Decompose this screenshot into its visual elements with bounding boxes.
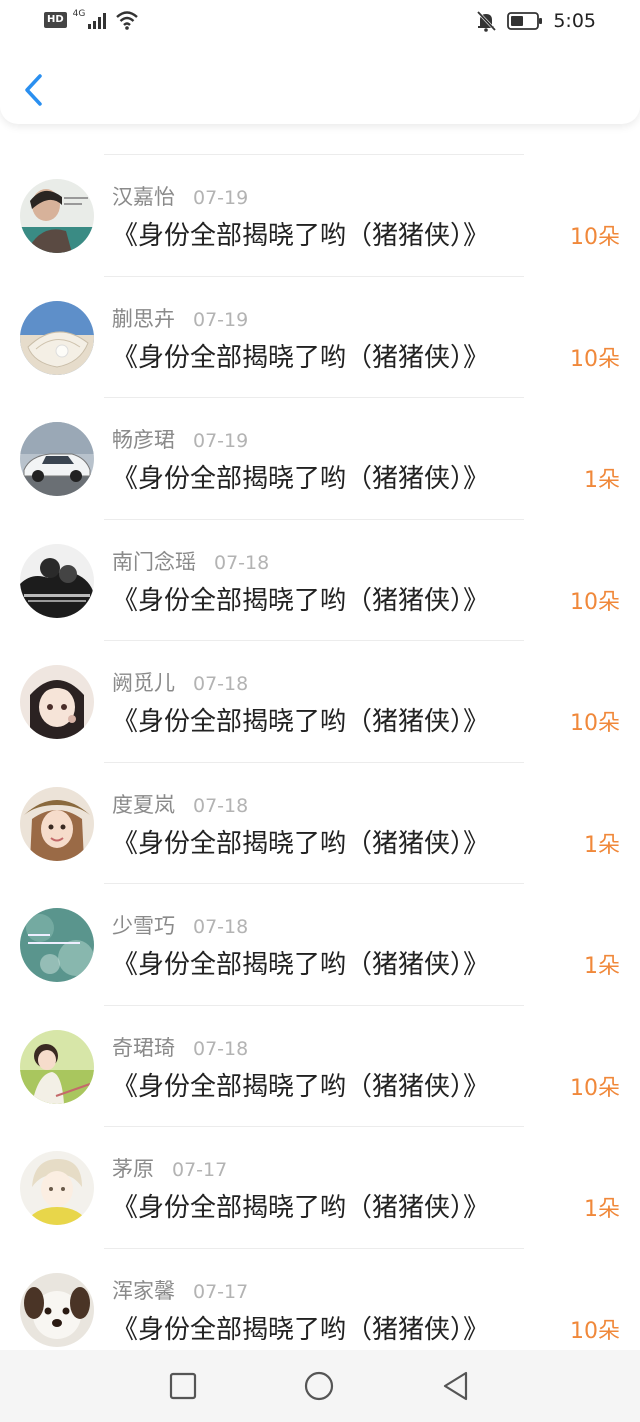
sent-date: 07-18 <box>193 1037 249 1060</box>
flower-count: 10朵 <box>570 589 620 615</box>
chevron-left-icon <box>25 74 42 106</box>
gift-title: 《身份全部揭晓了哟（猪猪侠）》 <box>112 342 490 373</box>
list-item[interactable]: 南门念瑶 07-18 《身份全部揭晓了哟（猪猪侠）》 10朵 <box>0 520 640 641</box>
list-item-clipped <box>0 125 640 155</box>
status-left: HD 4G <box>44 9 139 30</box>
person-avatar[interactable] <box>20 179 94 253</box>
gift-title: 《身份全部揭晓了哟（猪猪侠）》 <box>112 1193 490 1223</box>
recent-apps-button[interactable] <box>167 1370 199 1402</box>
girl-hat-avatar[interactable] <box>20 786 94 861</box>
sender-name: 度夏岚 <box>112 792 175 817</box>
gift-title: 《身份全部揭晓了哟（猪猪侠）》 <box>112 1071 490 1102</box>
gift-title: 《身份全部揭晓了哟（猪猪侠）》 <box>112 1314 490 1345</box>
list-item[interactable]: 奇珺琦 07-18 《身份全部揭晓了哟（猪猪侠）》 10朵 <box>0 1006 640 1127</box>
gift-title: 《身份全部揭晓了哟（猪猪侠）》 <box>112 707 490 737</box>
name-line: 奇珺琦 07-18 <box>112 1032 248 1062</box>
teal-text-avatar[interactable] <box>20 908 94 982</box>
sender-name: 茅原 <box>112 1157 154 1181</box>
anime-girl-avatar[interactable] <box>20 665 94 739</box>
gift-title: 《身份全部揭晓了哟（猪猪侠）》 <box>112 585 490 616</box>
sender-name: 少雪巧 <box>112 914 175 938</box>
sent-date: 07-19 <box>193 187 249 209</box>
circle-icon <box>304 1371 334 1401</box>
list-item[interactable]: 汉嘉怡 07-19 《身份全部揭晓了哟（猪猪侠）》 10朵 <box>0 155 640 277</box>
name-line: 少雪巧 07-18 <box>112 910 248 940</box>
sender-name: 浑家馨 <box>112 1278 175 1303</box>
name-line: 茅原 07-17 <box>112 1153 227 1183</box>
gift-list: 汉嘉怡 07-19 《身份全部揭晓了哟（猪猪侠）》 10朵 蒯思卉 07-19 <box>0 155 640 1350</box>
list-item[interactable]: 蒯思卉 07-19 《身份全部揭晓了哟（猪猪侠）》 10朵 <box>0 277 640 398</box>
sent-date: 07-18 <box>193 673 249 695</box>
name-line: 蒯思卉 07-19 <box>112 303 248 333</box>
sent-date: 07-18 <box>193 916 249 938</box>
sent-date: 07-18 <box>214 551 270 574</box>
nav-back-button[interactable] <box>440 1370 472 1402</box>
network-label: 4G <box>72 9 86 19</box>
system-nav-bar <box>0 1350 640 1422</box>
gift-title: 《身份全部揭晓了哟（猪猪侠）》 <box>112 221 490 251</box>
sender-name: 畅彦珺 <box>112 428 175 452</box>
car-avatar[interactable] <box>20 422 94 496</box>
sent-date: 07-19 <box>193 308 249 331</box>
hd-badge: HD <box>44 12 67 28</box>
sent-date: 07-17 <box>172 1159 228 1181</box>
home-button[interactable] <box>303 1370 335 1402</box>
status-bar: HD 4G 5:05 <box>0 0 640 44</box>
header-bar <box>0 44 640 124</box>
sender-name: 奇珺琦 <box>112 1035 175 1060</box>
anime-boy-avatar[interactable] <box>20 1151 94 1225</box>
couple-avatar[interactable] <box>20 543 94 618</box>
status-right: 5:05 <box>475 10 596 32</box>
sent-date: 07-19 <box>193 430 249 452</box>
clock-time: 5:05 <box>553 10 596 32</box>
sent-date: 07-18 <box>193 794 249 817</box>
flower-count: 1朵 <box>584 954 620 979</box>
sender-name: 蒯思卉 <box>112 306 175 331</box>
sent-date: 07-17 <box>193 1280 249 1303</box>
list-item[interactable]: 少雪巧 07-18 《身份全部揭晓了哟（猪猪侠）》 1朵 <box>0 884 640 1006</box>
wifi-icon <box>116 11 139 30</box>
list-item[interactable]: 阙觅儿 07-18 《身份全部揭晓了哟（猪猪侠）》 10朵 <box>0 641 640 763</box>
list-item[interactable]: 度夏岚 07-18 《身份全部揭晓了哟（猪猪侠）》 1朵 <box>0 763 640 884</box>
flower-count: 10朵 <box>570 1075 620 1101</box>
list-item[interactable]: 浑家馨 07-17 《身份全部揭晓了哟（猪猪侠）》 10朵 <box>0 1249 640 1351</box>
girl-field-avatar[interactable] <box>20 1029 94 1104</box>
triangle-back-icon <box>443 1371 468 1401</box>
flower-count: 10朵 <box>570 346 620 372</box>
flower-count: 1朵 <box>584 1197 620 1222</box>
name-line: 浑家馨 07-17 <box>112 1275 248 1305</box>
flower-count: 1朵 <box>584 468 620 493</box>
name-line: 汉嘉怡 07-19 <box>112 181 248 211</box>
sender-name: 汉嘉怡 <box>112 185 175 209</box>
flower-count: 10朵 <box>570 225 620 250</box>
gift-title: 《身份全部揭晓了哟（猪猪侠）》 <box>112 828 490 859</box>
flower-count: 10朵 <box>570 1318 620 1344</box>
square-icon <box>169 1372 197 1400</box>
flower-count: 1朵 <box>584 832 620 858</box>
list-item[interactable]: 畅彦珺 07-19 《身份全部揭晓了哟（猪猪侠）》 1朵 <box>0 398 640 520</box>
name-line: 畅彦珺 07-19 <box>112 424 248 454</box>
gift-title: 《身份全部揭晓了哟（猪猪侠）》 <box>112 464 490 494</box>
back-button[interactable] <box>18 70 52 110</box>
name-line: 度夏岚 07-18 <box>112 789 248 819</box>
sender-name: 南门念瑶 <box>112 549 196 574</box>
sender-name: 阙觅儿 <box>112 671 175 695</box>
name-line: 南门念瑶 07-18 <box>112 546 269 576</box>
gift-list-container: 汉嘉怡 07-19 《身份全部揭晓了哟（猪猪侠）》 10朵 蒯思卉 07-19 <box>0 125 640 1350</box>
list-item[interactable]: 茅原 07-17 《身份全部揭晓了哟（猪猪侠）》 1朵 <box>0 1127 640 1249</box>
gift-title: 《身份全部揭晓了哟（猪猪侠）》 <box>112 950 490 980</box>
name-line: 阙觅儿 07-18 <box>112 667 248 697</box>
pearl-shell-avatar[interactable] <box>20 300 94 375</box>
signal-icon <box>88 13 107 29</box>
puppy-avatar[interactable] <box>20 1272 94 1347</box>
battery-icon <box>507 12 543 30</box>
flower-count: 10朵 <box>570 711 620 736</box>
bell-muted-icon <box>477 10 497 32</box>
